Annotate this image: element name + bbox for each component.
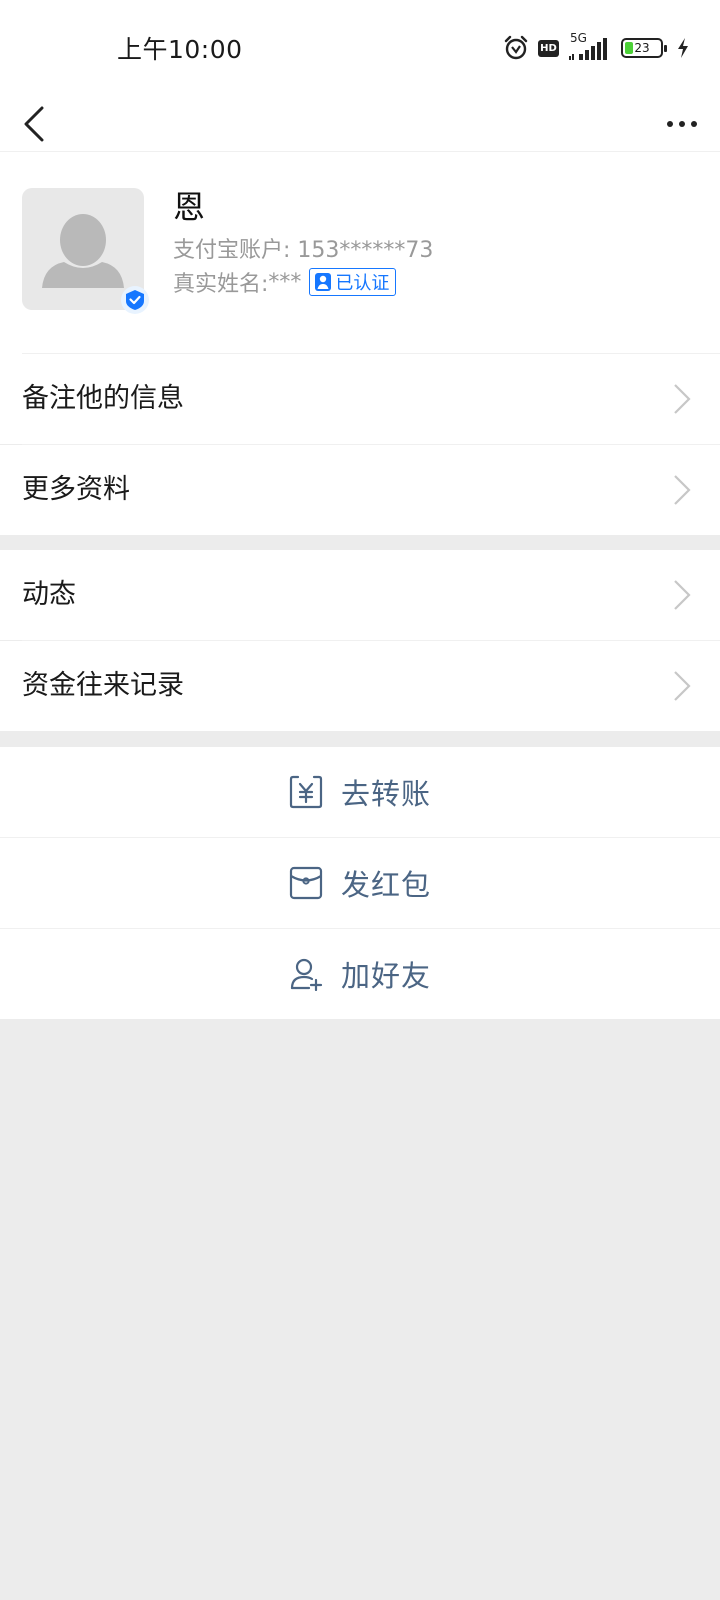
profile-card: 恩 支付宝账户: 153******73 真实姓名: *** 已认证 — [0, 152, 720, 354]
nav-bar — [0, 96, 720, 152]
list-item-label: 备注他的信息 — [22, 383, 184, 414]
account-label: 支付宝账户: — [173, 238, 298, 263]
red-envelope-label: 发红包 — [340, 868, 431, 902]
back-button[interactable] — [22, 96, 72, 152]
realname-label: 真实姓名: — [173, 272, 269, 297]
nickname: 恩 — [173, 188, 206, 226]
list-item-label: 资金往来记录 — [22, 670, 184, 701]
chevron-right-icon — [674, 384, 691, 414]
list-item-more-info[interactable]: 更多资料 — [0, 445, 720, 535]
account-line: 支付宝账户: 153******73 — [173, 232, 433, 264]
account-value: 153******73 — [297, 238, 434, 263]
alarm-icon — [504, 35, 528, 60]
more-horizontal-icon — [667, 121, 697, 127]
status-time: 上午10:00 — [117, 35, 243, 64]
charging-icon — [678, 38, 688, 58]
more-button[interactable] — [648, 96, 698, 152]
chevron-right-icon — [674, 475, 691, 505]
chevron-left-icon — [24, 106, 44, 142]
list-item-moments[interactable]: 动态 — [0, 550, 720, 640]
add-friend-label: 加好友 — [340, 959, 431, 993]
chevron-right-icon — [674, 671, 691, 701]
status-icons: HD 5G 23 — [503, 30, 690, 66]
hd-icon: HD — [538, 39, 559, 57]
red-envelope-icon — [289, 866, 323, 900]
add-friend-button[interactable]: 加好友 — [0, 929, 720, 1019]
verified-label: 已认证 — [335, 273, 390, 294]
transfer-label: 去转账 — [340, 777, 431, 811]
verified-badge-icon — [121, 286, 149, 314]
battery-level: 23 — [634, 41, 650, 55]
list-item-fund-records[interactable]: 资金往来记录 — [0, 641, 720, 731]
status-bar: 上午10:00 HD 5G 23 — [0, 0, 720, 96]
battery-icon: 23 — [621, 38, 667, 58]
verified-person-icon — [315, 273, 332, 291]
transfer-button[interactable]: 去转账 — [0, 747, 720, 837]
list-item-remark[interactable]: 备注他的信息 — [0, 354, 720, 444]
realname-value: *** — [268, 269, 302, 295]
list-item-label: 更多资料 — [22, 474, 130, 505]
chevron-right-icon — [674, 580, 691, 610]
list-item-label: 动态 — [22, 579, 76, 610]
add-friend-icon — [290, 958, 323, 991]
realname-line: 真实姓名: *** 已认证 — [173, 266, 397, 298]
red-envelope-button[interactable]: 发红包 — [0, 838, 720, 928]
verified-tag: 已认证 — [309, 268, 397, 296]
signal-5g-icon: 5G — [568, 31, 612, 62]
transfer-yuan-icon — [289, 775, 323, 809]
